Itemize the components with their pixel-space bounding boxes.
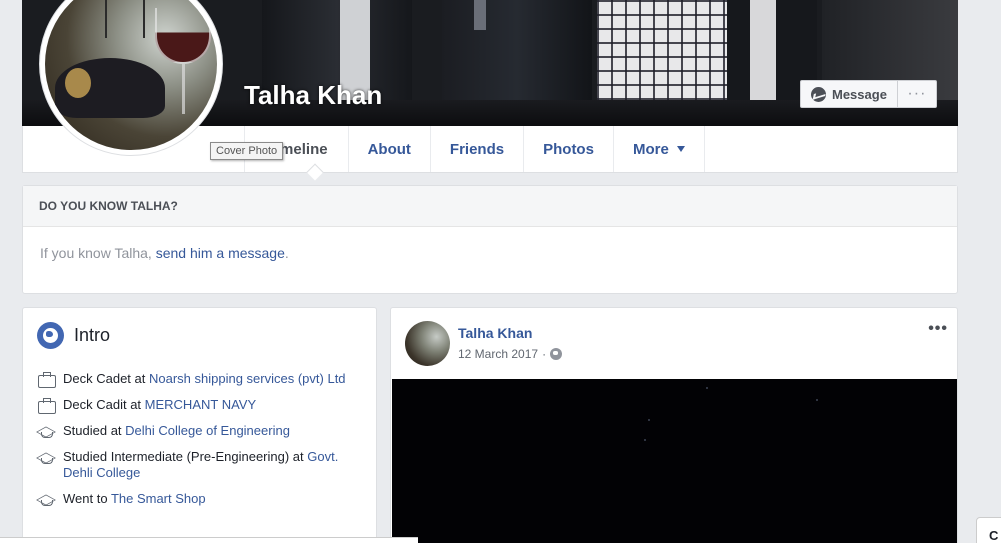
intro-item-education: Studied at Delhi College of Engineering bbox=[37, 423, 357, 439]
intro-item-link[interactable]: Noarsh shipping services (pvt) Ltd bbox=[149, 371, 346, 386]
graduation-cap-icon bbox=[37, 449, 55, 465]
intro-item-education: Studied Intermediate (Pre-Engineering) a… bbox=[37, 449, 357, 481]
intro-item-prefix: Studied Intermediate (Pre-Engineering) a… bbox=[63, 449, 308, 464]
ship-figure bbox=[105, 0, 145, 38]
cover-actions: Message ··· bbox=[800, 80, 937, 108]
intro-item-work: Deck Cadet at Noarsh shipping services (… bbox=[37, 371, 357, 388]
intro-item-text: Deck Cadit at MERCHANT NAVY bbox=[63, 397, 256, 413]
intro-item-text: Went to The Smart Shop bbox=[63, 491, 206, 507]
briefcase-icon bbox=[37, 397, 56, 414]
intro-item-prefix: Deck Cadit at bbox=[63, 397, 145, 412]
photo-speck bbox=[648, 419, 650, 421]
messenger-icon bbox=[811, 86, 826, 102]
caret-down-icon bbox=[676, 146, 685, 152]
post-photo[interactable] bbox=[392, 379, 957, 543]
public-globe-icon[interactable] bbox=[550, 348, 563, 360]
graduation-cap-icon bbox=[37, 491, 55, 507]
do-you-know-suffix: . bbox=[284, 245, 289, 261]
intro-item-text: Studied at Delhi College of Engineering bbox=[63, 423, 290, 439]
intro-item-text: Studied Intermediate (Pre-Engineering) a… bbox=[63, 449, 357, 481]
post-options-button[interactable]: ••• bbox=[928, 320, 948, 338]
intro-item-link[interactable]: Delhi College of Engineering bbox=[125, 423, 290, 438]
tab-more[interactable]: More bbox=[612, 126, 705, 172]
intro-item-work: Deck Cadit at MERCHANT NAVY bbox=[37, 397, 357, 414]
intro-card: Intro Deck Cadet at Noarsh shipping serv… bbox=[22, 307, 377, 543]
chat-tab[interactable]: C bbox=[976, 517, 1001, 543]
tab-about[interactable]: About bbox=[347, 126, 430, 172]
do-you-know-card: DO YOU KNOW TALHA? If you know Talha, se… bbox=[22, 185, 958, 294]
bottom-panel-edge bbox=[0, 537, 418, 543]
profile-name[interactable]: Talha Khan bbox=[244, 80, 382, 111]
do-you-know-text: If you know Talha, send him a message. bbox=[23, 227, 957, 279]
post-meta-separator: · bbox=[542, 347, 547, 361]
intro-list: Deck Cadet at Noarsh shipping services (… bbox=[37, 371, 357, 517]
post-card: Talha Khan 12 March 2017 · ••• bbox=[390, 307, 958, 543]
post-date[interactable]: 12 March 2017 bbox=[458, 347, 538, 361]
photo-speck bbox=[706, 387, 708, 389]
cap-badge-figure bbox=[65, 68, 91, 98]
post-author-avatar[interactable] bbox=[405, 321, 450, 366]
intro-item-prefix: Studied at bbox=[63, 423, 126, 438]
photo-speck bbox=[644, 439, 646, 441]
globe-icon bbox=[37, 322, 64, 349]
message-button[interactable]: Message bbox=[801, 81, 898, 107]
intro-title: Intro bbox=[74, 325, 111, 345]
intro-item-link[interactable]: The Smart Shop bbox=[111, 491, 206, 506]
tab-photos[interactable]: Photos bbox=[523, 126, 613, 172]
intro-header: Intro bbox=[37, 322, 110, 349]
briefcase-icon bbox=[37, 371, 56, 388]
tab-friends[interactable]: Friends bbox=[429, 126, 523, 172]
post-meta: 12 March 2017 · bbox=[458, 347, 563, 361]
cover-figure bbox=[750, 0, 776, 100]
do-you-know-prefix: If you know Talha, bbox=[40, 245, 156, 261]
more-options-button[interactable]: ··· bbox=[898, 81, 936, 107]
wine-glass-figure bbox=[155, 8, 211, 64]
profile-picture-image bbox=[45, 0, 217, 150]
intro-item-education: Went to The Smart Shop bbox=[37, 491, 357, 507]
intro-item-link[interactable]: MERCHANT NAVY bbox=[145, 397, 256, 412]
post-author-name[interactable]: Talha Khan bbox=[458, 325, 532, 341]
send-message-link[interactable]: send him a message bbox=[156, 245, 285, 261]
photo-speck bbox=[816, 399, 818, 401]
intro-item-text: Deck Cadet at Noarsh shipping services (… bbox=[63, 371, 346, 387]
graduation-cap-icon bbox=[37, 423, 55, 439]
do-you-know-heading: DO YOU KNOW TALHA? bbox=[23, 186, 957, 227]
cover-figure bbox=[474, 0, 486, 30]
tab-more-label: More bbox=[632, 140, 669, 158]
wine-glass-stem bbox=[182, 64, 185, 114]
intro-item-prefix: Went to bbox=[63, 491, 111, 506]
cover-photo-tooltip: Cover Photo bbox=[210, 142, 284, 160]
message-button-label: Message bbox=[832, 86, 887, 102]
intro-item-prefix: Deck Cadet at bbox=[63, 371, 149, 386]
